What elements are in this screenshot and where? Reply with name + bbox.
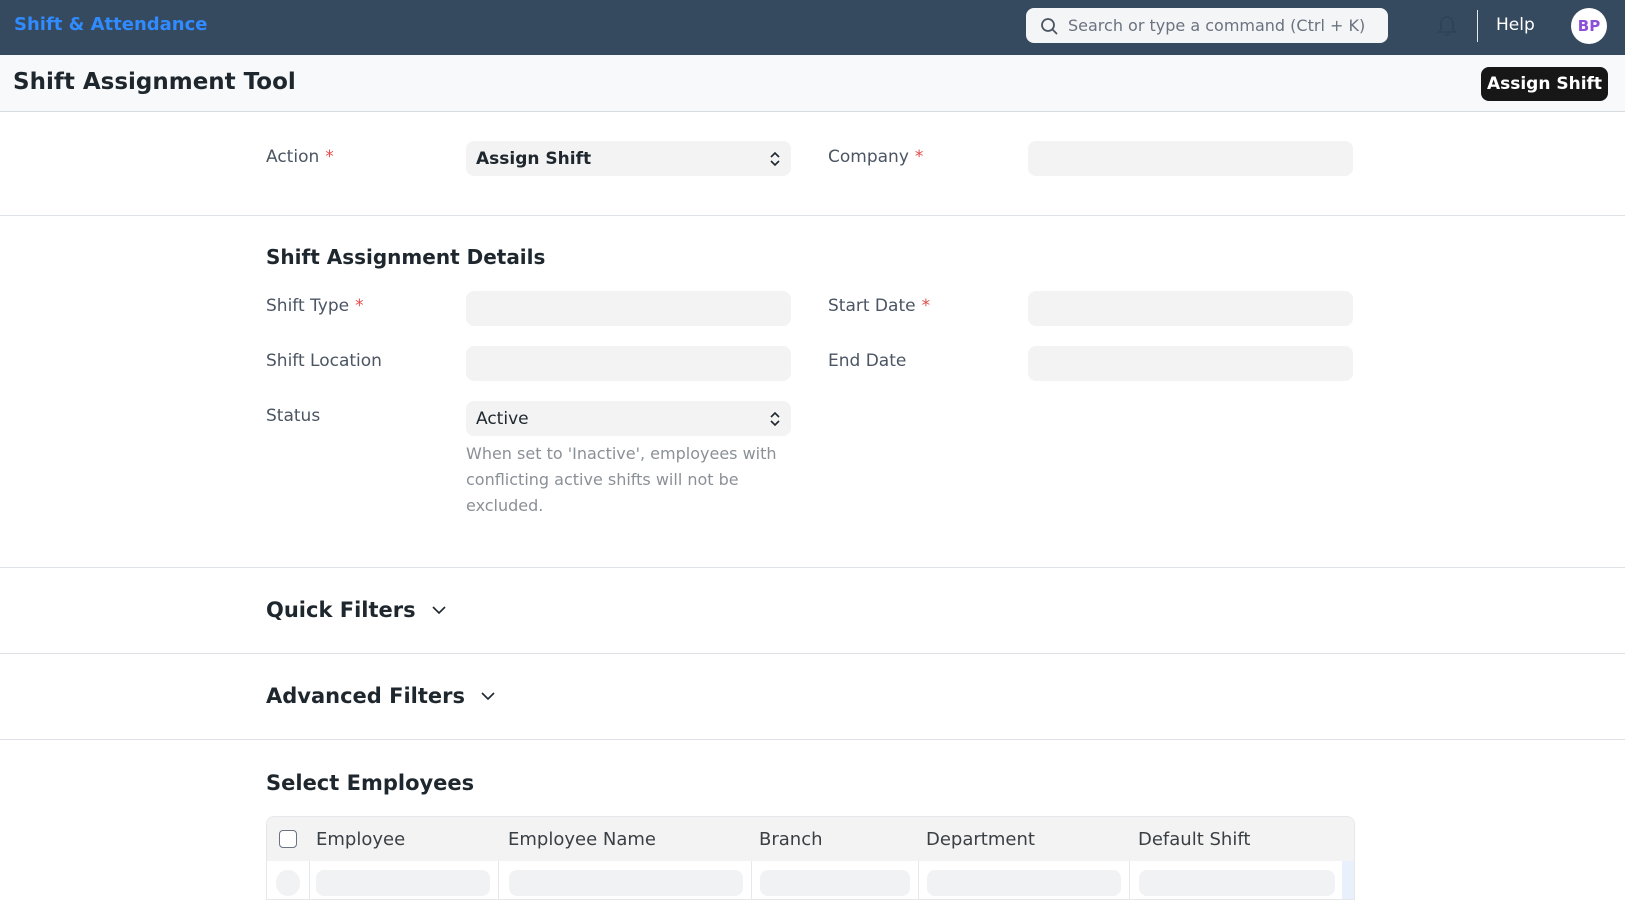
status-label: Status xyxy=(266,406,321,426)
required-marker: * xyxy=(355,296,364,316)
required-marker: * xyxy=(921,296,931,316)
table-row xyxy=(267,861,1342,899)
shift-location-label: Shift Location xyxy=(266,351,382,371)
column-header-default-shift[interactable]: Default Shift xyxy=(1138,829,1250,850)
shift-location-field[interactable] xyxy=(466,346,791,381)
advanced-filters-toggle[interactable]: Advanced Filters xyxy=(266,684,495,708)
help-menu[interactable]: Help xyxy=(1496,15,1535,35)
shift-type-label: Shift Type * xyxy=(266,296,364,316)
search-input[interactable] xyxy=(1068,16,1378,35)
company-field[interactable] xyxy=(1028,141,1353,176)
page-header: Shift Assignment Tool Assign Shift xyxy=(0,55,1625,112)
column-header-branch[interactable]: Branch xyxy=(759,829,823,850)
employees-table: Employee Employee Name Branch Department… xyxy=(266,816,1355,900)
up-down-chevron-icon xyxy=(770,151,780,166)
column-divider xyxy=(1129,861,1130,899)
select-all-checkbox[interactable] xyxy=(279,830,297,848)
section-divider xyxy=(0,567,1625,568)
section-divider xyxy=(0,653,1625,654)
cell-placeholder xyxy=(760,870,910,896)
chevron-down-icon xyxy=(432,606,446,615)
section-divider xyxy=(0,215,1625,216)
assign-shift-button[interactable]: Assign Shift xyxy=(1481,67,1608,101)
quick-filters-toggle[interactable]: Quick Filters xyxy=(266,598,446,622)
action-label: Action * xyxy=(266,147,334,167)
column-divider xyxy=(309,861,310,899)
required-marker: * xyxy=(914,147,924,167)
advanced-filters-title: Advanced Filters xyxy=(266,684,466,708)
column-header-employee-name[interactable]: Employee Name xyxy=(508,829,656,850)
start-date-field[interactable] xyxy=(1028,291,1353,326)
column-divider xyxy=(918,861,919,899)
start-date-label: Start Date * xyxy=(828,296,930,316)
company-label: Company * xyxy=(828,147,923,167)
up-down-chevron-icon xyxy=(770,411,780,426)
cell-placeholder xyxy=(316,870,490,896)
row-checkbox-placeholder xyxy=(276,870,300,896)
shift-type-label-text: Shift Type xyxy=(266,296,350,316)
column-header-employee[interactable]: Employee xyxy=(316,829,405,850)
app-brand[interactable]: Shift & Attendance xyxy=(14,14,208,35)
column-divider xyxy=(751,861,752,899)
cell-placeholder xyxy=(509,870,743,896)
table-scrollbar[interactable] xyxy=(1342,861,1354,899)
search-bar[interactable] xyxy=(1026,8,1388,43)
company-label-text: Company xyxy=(828,147,909,167)
search-icon xyxy=(1041,17,1058,34)
select-employees-title: Select Employees xyxy=(266,771,475,795)
status-select[interactable]: Active xyxy=(466,401,791,436)
page-title: Shift Assignment Tool xyxy=(13,69,296,95)
start-date-label-text: Start Date xyxy=(828,296,916,316)
navbar: Shift & Attendance Help BP xyxy=(0,0,1625,55)
cell-placeholder xyxy=(927,870,1121,896)
bell-icon[interactable] xyxy=(1437,15,1457,37)
avatar[interactable]: BP xyxy=(1571,8,1607,44)
chevron-down-icon xyxy=(481,692,495,701)
table-header: Employee Employee Name Branch Department… xyxy=(267,817,1354,861)
action-select-value: Assign Shift xyxy=(476,148,592,169)
end-date-field[interactable] xyxy=(1028,346,1353,381)
required-marker: * xyxy=(325,147,334,167)
cell-placeholder xyxy=(1139,870,1335,896)
action-select[interactable]: Assign Shift xyxy=(466,141,791,176)
shift-type-field[interactable] xyxy=(466,291,791,326)
details-section-title: Shift Assignment Details xyxy=(266,245,546,269)
section-divider xyxy=(0,739,1625,740)
status-select-value: Active xyxy=(476,408,529,429)
column-divider xyxy=(498,861,499,899)
status-description: When set to 'Inactive', employees with c… xyxy=(466,444,777,515)
action-label-text: Action xyxy=(266,147,320,167)
quick-filters-title: Quick Filters xyxy=(266,598,416,622)
navbar-divider xyxy=(1477,10,1478,42)
end-date-label: End Date xyxy=(828,351,907,371)
column-header-department[interactable]: Department xyxy=(926,829,1035,850)
